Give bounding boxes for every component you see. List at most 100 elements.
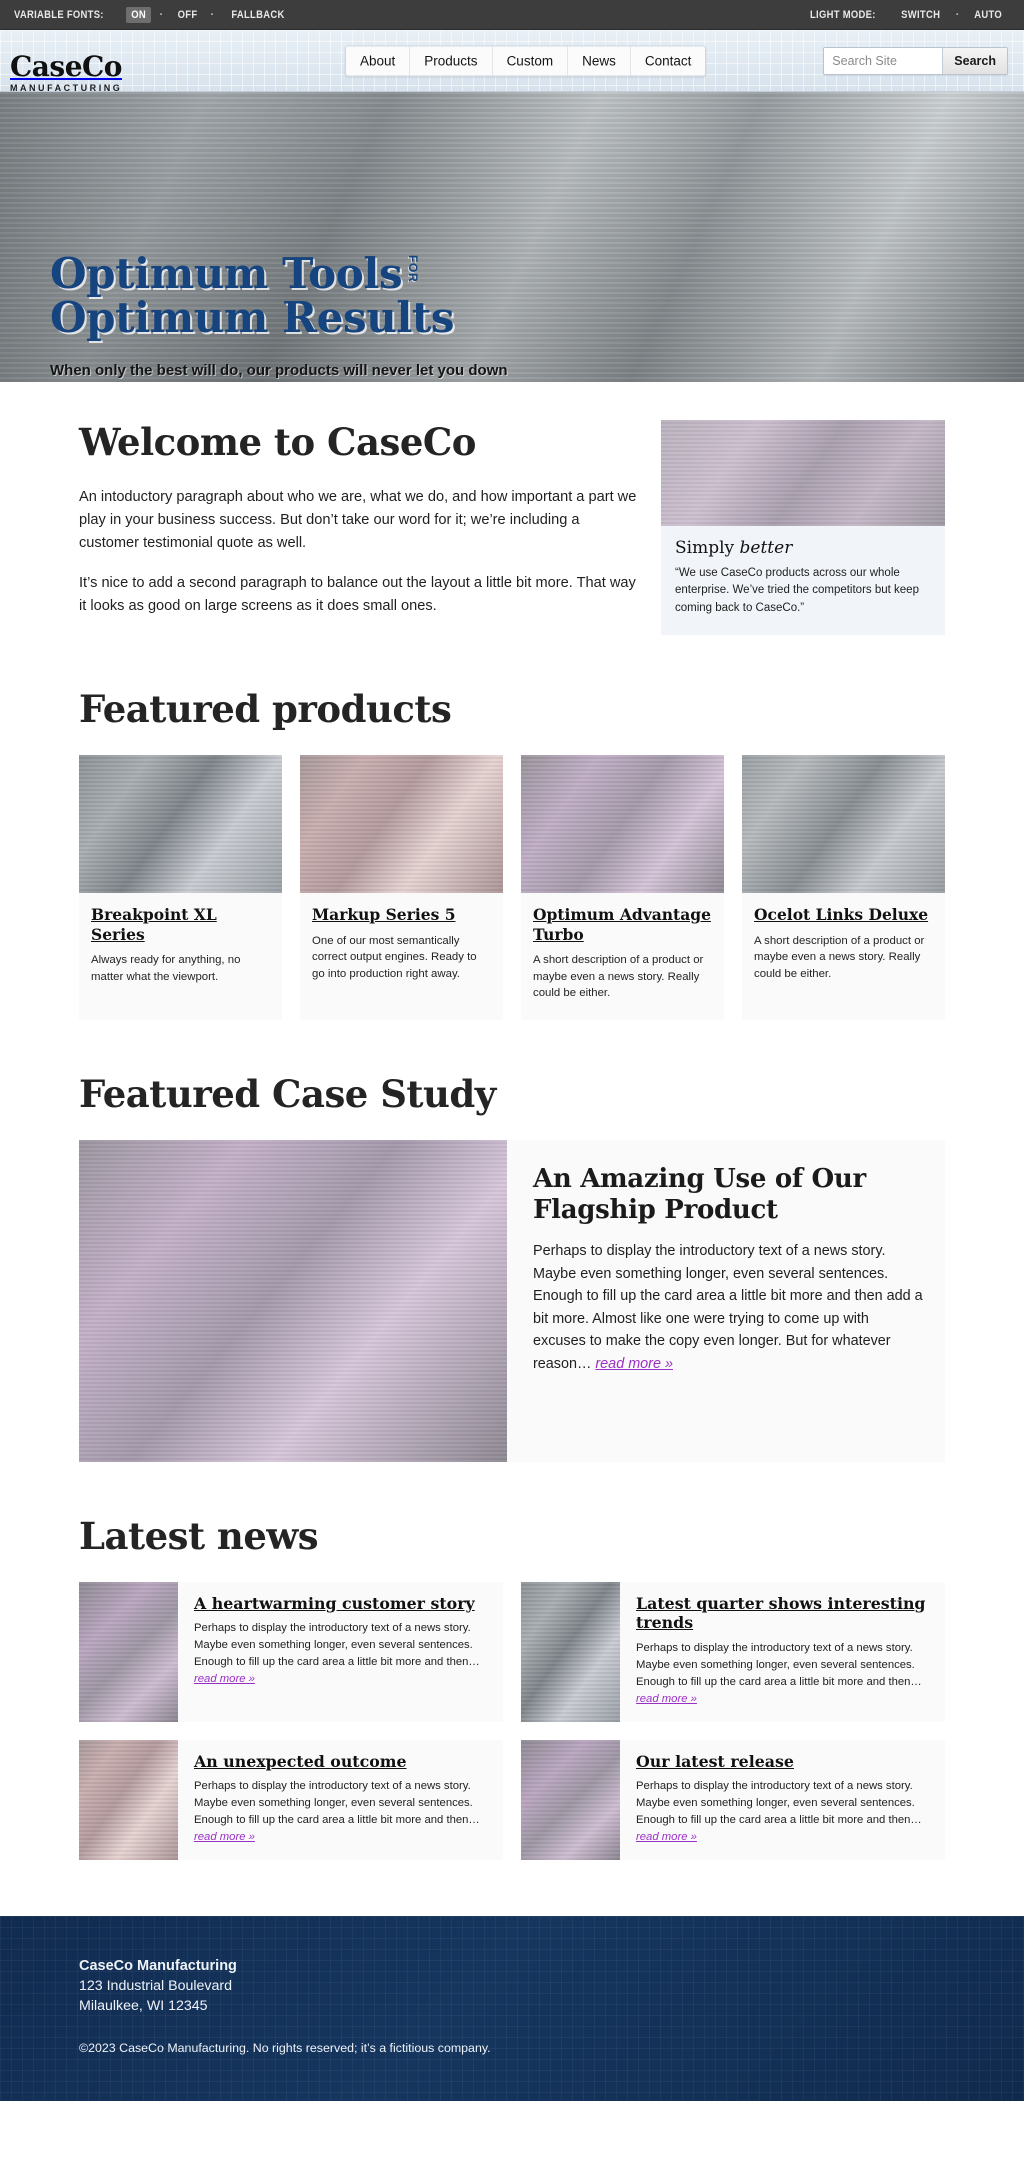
news-read-more-link[interactable]: read more » (636, 1831, 697, 1843)
product-card: Optimum Advantage Turbo A short descript… (521, 755, 724, 1020)
news-image (79, 1581, 178, 1722)
brand-logo[interactable]: CaseCo MANUFACTURING (10, 50, 122, 93)
news-text: Perhaps to display the introductory text… (636, 1640, 931, 1708)
testimonial-title: Simply better (675, 538, 931, 558)
news-excerpt: Perhaps to display the introductory text… (636, 1780, 922, 1827)
news-card: Latest quarter shows interesting trends … (521, 1581, 945, 1722)
nav-item-products[interactable]: Products (410, 46, 493, 75)
brand-name: CaseCo (10, 50, 122, 83)
product-title-link[interactable]: Ocelot Links Deluxe (754, 905, 933, 924)
news-text: Perhaps to display the introductory text… (194, 1620, 489, 1688)
testimonial-title-plain: Simply (675, 538, 740, 558)
news-title-link[interactable]: Latest quarter shows interesting trends (636, 1594, 931, 1633)
main-navigation: About Products Custom News Contact (345, 45, 707, 76)
hero-title-for: FOR (405, 254, 420, 283)
product-title-link[interactable]: Breakpoint XL Series (91, 905, 270, 944)
toolbar-separator: · (159, 8, 164, 21)
testimonial-body: Simply better “We use CaseCo products ac… (661, 526, 945, 635)
news-title-link[interactable]: Our latest release (636, 1752, 931, 1772)
news-read-more-link[interactable]: read more » (194, 1831, 255, 1843)
product-description: One of our most semantically correct out… (312, 934, 477, 980)
hero-title: Optimum Tools FOR Optimum Results (50, 249, 508, 343)
light-mode-switch[interactable]: SWITCH (896, 7, 945, 23)
welcome-section: Welcome to CaseCo An intoductory paragra… (79, 382, 945, 635)
product-description: A short description of a product or mayb… (533, 953, 704, 1000)
product-title-link[interactable]: Markup Series 5 (312, 905, 491, 924)
product-body: Optimum Advantage Turbo A short descript… (521, 893, 724, 1020)
product-title-link[interactable]: Optimum Advantage Turbo (533, 905, 712, 944)
featured-products-heading: Featured products (79, 687, 452, 732)
case-study-read-more-link[interactable]: read more » (595, 1356, 673, 1372)
news-card: An unexpected outcome Perhaps to display… (79, 1739, 503, 1861)
footer-inner: CaseCo Manufacturing 123 Industrial Boul… (79, 1958, 945, 2055)
site-header: CaseCo MANUFACTURING About Products Cust… (0, 30, 1024, 92)
news-read-more-link[interactable]: read more » (636, 1693, 697, 1705)
case-study-body: An Amazing Use of Our Flagship Product P… (507, 1140, 945, 1462)
footer-copyright: ©2023 CaseCo Manufacturing. No rights re… (79, 2040, 491, 2055)
footer-address-line-2: Milaulkee, WI 12345 (79, 1998, 208, 2015)
case-study-title: An Amazing Use of Our Flagship Product (533, 1163, 866, 1226)
news-title-link[interactable]: A heartwarming customer story (194, 1594, 489, 1614)
hero-banner: Optimum Tools FOR Optimum Results When on… (0, 92, 1024, 382)
light-mode-group: LIGHT MODE: SWITCH · AUTO (810, 7, 1010, 23)
latest-news-grid: A heartwarming customer story Perhaps to… (79, 1581, 945, 1861)
nav-item-custom[interactable]: Custom (493, 46, 569, 75)
page-title: Welcome to CaseCo (79, 420, 476, 464)
featured-products-grid: Breakpoint XL Series Always ready for an… (79, 755, 945, 1020)
news-text: Perhaps to display the introductory text… (636, 1778, 931, 1846)
news-text: Perhaps to display the introductory text… (194, 1778, 489, 1846)
case-study-heading: Featured Case Study (79, 1071, 496, 1116)
product-card: Ocelot Links Deluxe A short description … (742, 755, 945, 1020)
product-body: Markup Series 5 One of our most semantic… (300, 893, 503, 1000)
nav-item-contact[interactable]: Contact (631, 46, 706, 75)
product-description: A short description of a product or mayb… (754, 934, 925, 980)
featured-products-section: Featured products Breakpoint XL Series A… (79, 635, 945, 1020)
footer-organization: CaseCo Manufacturing (79, 1958, 237, 1975)
news-image (79, 1739, 178, 1861)
welcome-paragraph-2: It’s nice to add a second paragraph to b… (79, 575, 636, 615)
nav-item-about[interactable]: About (346, 46, 411, 75)
site-footer: CaseCo Manufacturing 123 Industrial Boul… (0, 1916, 1024, 2101)
case-study-card: An Amazing Use of Our Flagship Product P… (79, 1139, 945, 1462)
case-study-section: Featured Case Study An Amazing Use of Ou… (79, 1020, 945, 1462)
product-body: Ocelot Links Deluxe A short description … (742, 893, 945, 1000)
news-title-link[interactable]: An unexpected outcome (194, 1752, 489, 1772)
hero-subtitle: When only the best will do, our products… (50, 362, 508, 380)
testimonial-title-emphasis: better (739, 538, 793, 558)
hero-title-line-1: Optimum Tools FOR (50, 249, 508, 298)
news-excerpt: Perhaps to display the introductory text… (194, 1622, 480, 1669)
toolbar-separator: · (955, 8, 960, 21)
hero-content: Optimum Tools FOR Optimum Results When on… (50, 249, 508, 380)
variable-fonts-option-off[interactable]: OFF (172, 7, 202, 23)
product-card: Markup Series 5 One of our most semantic… (300, 755, 503, 1020)
news-read-more-link[interactable]: read more » (194, 1673, 255, 1685)
product-image (300, 755, 503, 894)
search-button[interactable]: Search (942, 47, 1007, 74)
variable-fonts-label: VARIABLE FONTS: (14, 8, 104, 21)
news-image (521, 1739, 620, 1861)
news-body: A heartwarming customer story Perhaps to… (178, 1582, 503, 1722)
light-mode-auto[interactable]: AUTO (969, 7, 1007, 23)
news-image (521, 1581, 620, 1722)
latest-news-section: Latest news A heartwarming customer stor… (79, 1462, 945, 1906)
news-card: A heartwarming customer story Perhaps to… (79, 1581, 503, 1722)
welcome-text-column: Welcome to CaseCo An intoductory paragra… (79, 420, 639, 635)
news-excerpt: Perhaps to display the introductory text… (636, 1642, 922, 1688)
news-card: Our latest release Perhaps to display th… (521, 1739, 945, 1861)
product-image (521, 755, 724, 894)
case-study-excerpt: Perhaps to display the introductory text… (533, 1243, 923, 1372)
product-description: Always ready for anything, no matter wha… (91, 953, 241, 983)
nav-item-news[interactable]: News (568, 46, 631, 75)
testimonial-image (661, 420, 945, 526)
hero-title-text-1: Optimum Tools (50, 249, 403, 298)
welcome-paragraph-1: An intoductory paragraph about who we ar… (79, 489, 637, 552)
variable-fonts-option-on[interactable]: ON (126, 6, 152, 23)
variable-fonts-option-fallback[interactable]: FALLBACK (226, 7, 290, 23)
product-card: Breakpoint XL Series Always ready for an… (79, 755, 282, 1020)
case-study-text: Perhaps to display the introductory text… (533, 1240, 923, 1375)
light-mode-label: LIGHT MODE: (809, 8, 876, 21)
search-input[interactable] (824, 47, 943, 74)
hero-title-line-2: Optimum Results (50, 293, 455, 343)
news-body: Latest quarter shows interesting trends … (620, 1582, 945, 1722)
news-body: Our latest release Perhaps to display th… (620, 1740, 945, 1860)
